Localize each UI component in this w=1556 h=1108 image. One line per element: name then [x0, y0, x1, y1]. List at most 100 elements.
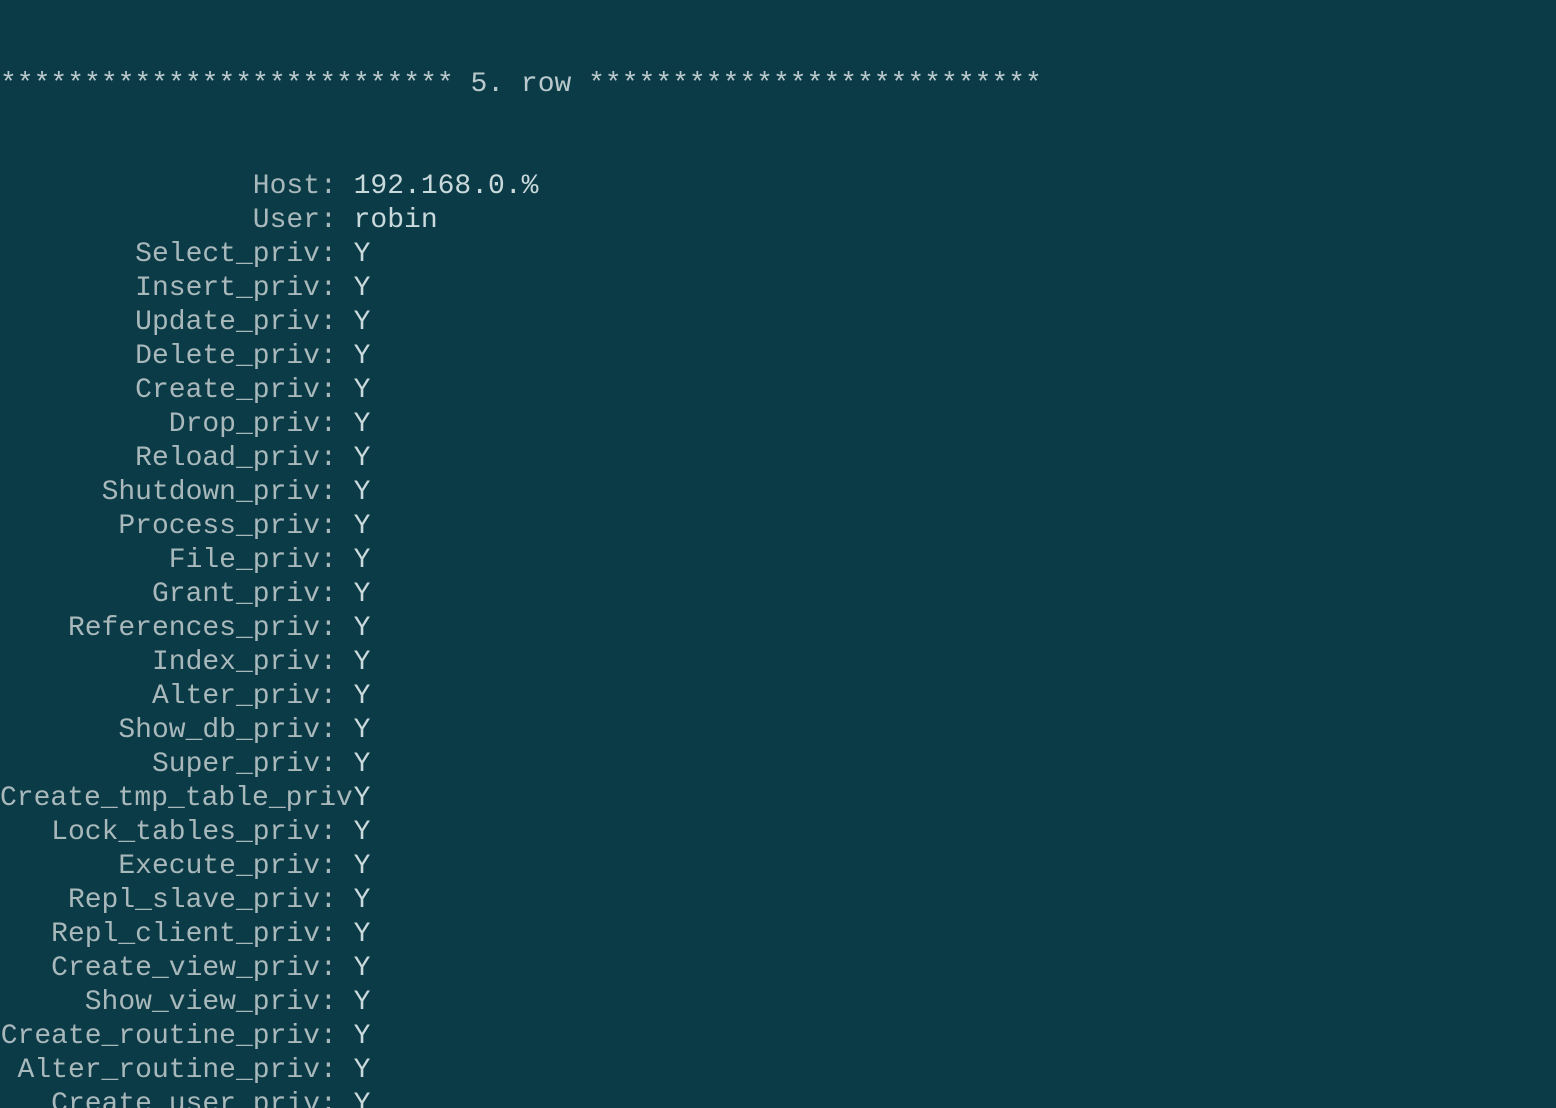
field-colon: :	[320, 408, 337, 442]
field-value: Y	[337, 442, 371, 476]
field-value: Y	[337, 714, 371, 748]
field-value: Y	[337, 918, 371, 952]
field-colon: :	[320, 238, 337, 272]
field-row: Create_user_priv:Y	[0, 1088, 1556, 1108]
field-label: References_priv	[0, 612, 320, 646]
row-header-stars-left: ***************************	[0, 69, 454, 100]
field-row: Super_priv:Y	[0, 748, 1556, 782]
field-row: Reload_priv:Y	[0, 442, 1556, 476]
field-colon: :	[320, 884, 337, 918]
field-row: Create_routine_priv:Y	[0, 1020, 1556, 1054]
field-value: Y	[337, 782, 371, 816]
field-label: Show_db_priv	[0, 714, 320, 748]
row-header-label: 5. row	[454, 69, 588, 100]
field-row: Create_priv:Y	[0, 374, 1556, 408]
field-label: Repl_slave_priv	[0, 884, 320, 918]
field-label: Create_routine_priv	[0, 1020, 320, 1054]
field-row: Grant_priv:Y	[0, 578, 1556, 612]
field-label: Update_priv	[0, 306, 320, 340]
field-label: Lock_tables_priv	[0, 816, 320, 850]
field-label: Execute_priv	[0, 850, 320, 884]
field-colon: :	[320, 510, 337, 544]
field-colon: :	[320, 476, 337, 510]
fields-list: Host:192.168.0.%User:robinSelect_priv:YI…	[0, 170, 1556, 1108]
field-row: Repl_slave_priv:Y	[0, 884, 1556, 918]
field-label: Create_tmp_table_priv	[0, 782, 320, 816]
field-label: Insert_priv	[0, 272, 320, 306]
field-value: Y	[337, 1088, 371, 1108]
field-row: Process_priv:Y	[0, 510, 1556, 544]
field-row: Index_priv:Y	[0, 646, 1556, 680]
field-label: Index_priv	[0, 646, 320, 680]
field-colon: :	[320, 646, 337, 680]
field-value: 192.168.0.%	[337, 170, 539, 204]
field-label: Host	[0, 170, 320, 204]
field-label: Create_priv	[0, 374, 320, 408]
field-row: Show_db_priv:Y	[0, 714, 1556, 748]
field-value: Y	[337, 238, 371, 272]
field-colon: :	[320, 612, 337, 646]
field-row: File_priv:Y	[0, 544, 1556, 578]
field-label: Alter_priv	[0, 680, 320, 714]
field-row: Host:192.168.0.%	[0, 170, 1556, 204]
field-colon: :	[320, 748, 337, 782]
field-row: Select_priv:Y	[0, 238, 1556, 272]
field-colon: :	[320, 272, 337, 306]
field-colon: :	[320, 1054, 337, 1088]
field-colon: :	[320, 170, 337, 204]
field-label: Select_priv	[0, 238, 320, 272]
field-label: Create_view_priv	[0, 952, 320, 986]
field-value: Y	[337, 612, 371, 646]
field-label: Delete_priv	[0, 340, 320, 374]
field-label: File_priv	[0, 544, 320, 578]
field-value: Y	[337, 544, 371, 578]
field-colon: :	[320, 816, 337, 850]
row-header-stars-right: ***************************	[588, 69, 1042, 100]
field-row: Alter_priv:Y	[0, 680, 1556, 714]
field-colon: :	[320, 850, 337, 884]
field-label: Create_user_priv	[0, 1088, 320, 1108]
field-label: Drop_priv	[0, 408, 320, 442]
field-row: User:robin	[0, 204, 1556, 238]
field-colon: :	[320, 986, 337, 1020]
field-value: Y	[337, 1020, 371, 1054]
field-value: Y	[337, 680, 371, 714]
field-row: Update_priv:Y	[0, 306, 1556, 340]
field-colon: :	[320, 714, 337, 748]
field-colon: :	[320, 680, 337, 714]
field-colon: :	[320, 442, 337, 476]
field-value: Y	[337, 374, 371, 408]
field-row: Alter_routine_priv:Y	[0, 1054, 1556, 1088]
row-separator-header: *************************** 5. row *****…	[0, 68, 1556, 102]
field-row: Create_tmp_table_priv:Y	[0, 782, 1556, 816]
field-label: Super_priv	[0, 748, 320, 782]
field-row: Execute_priv:Y	[0, 850, 1556, 884]
field-value: Y	[337, 816, 371, 850]
field-colon: :	[320, 1020, 337, 1054]
field-label: Grant_priv	[0, 578, 320, 612]
field-label: User	[0, 204, 320, 238]
field-row: Delete_priv:Y	[0, 340, 1556, 374]
field-label: Repl_client_priv	[0, 918, 320, 952]
field-colon: :	[320, 782, 337, 816]
field-colon: :	[320, 1088, 337, 1108]
field-colon: :	[320, 374, 337, 408]
field-row: Drop_priv:Y	[0, 408, 1556, 442]
field-colon: :	[320, 952, 337, 986]
field-row: Shutdown_priv:Y	[0, 476, 1556, 510]
field-row: Create_view_priv:Y	[0, 952, 1556, 986]
field-value: Y	[337, 1054, 371, 1088]
field-row: Lock_tables_priv:Y	[0, 816, 1556, 850]
field-value: Y	[337, 578, 371, 612]
field-value: Y	[337, 340, 371, 374]
field-value: Y	[337, 510, 371, 544]
field-value: Y	[337, 748, 371, 782]
field-row: Insert_priv:Y	[0, 272, 1556, 306]
field-value: Y	[337, 306, 371, 340]
field-row: Show_view_priv:Y	[0, 986, 1556, 1020]
terminal-output[interactable]: *************************** 5. row *****…	[0, 0, 1556, 1108]
field-label: Alter_routine_priv	[0, 1054, 320, 1088]
field-label: Reload_priv	[0, 442, 320, 476]
field-colon: :	[320, 578, 337, 612]
field-row: Repl_client_priv:Y	[0, 918, 1556, 952]
